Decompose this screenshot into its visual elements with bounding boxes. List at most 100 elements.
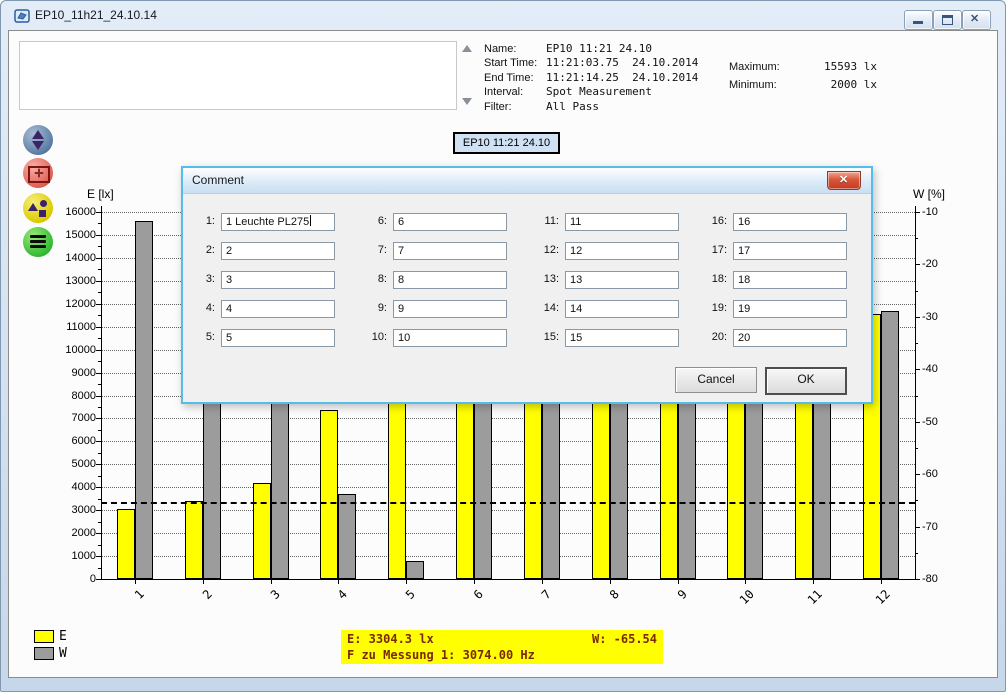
left-axis-tick-label: 2000 [54, 527, 96, 539]
left-axis-tick-label: 16000 [54, 206, 96, 218]
left-axis-tick-label: 7000 [54, 412, 96, 424]
left-axis-tick-label: 5000 [54, 458, 96, 470]
bar-E-1 [117, 509, 135, 579]
comment-input-20[interactable]: 20 [733, 329, 847, 347]
comment-input-8[interactable]: 8 [393, 271, 507, 289]
left-axis-tick-label: 1000 [54, 550, 96, 562]
field-label-2: 2: [187, 244, 215, 256]
comment-input-value: 15 [570, 332, 582, 344]
comment-input-15[interactable]: 15 [565, 329, 679, 347]
legend-label-E: E [59, 629, 67, 644]
comment-input-value: 1 Leuchte PL275 [226, 216, 309, 228]
bar-W-12 [881, 311, 899, 579]
x-axis-tick-label: 8 [592, 587, 622, 617]
comment-input-19[interactable]: 19 [733, 300, 847, 318]
field-label-12: 12: [531, 244, 559, 256]
x-axis-tick-label: 1 [117, 587, 147, 617]
app-window: EP10_11h21_24.10.14 Name:EP10 11:21 24.1… [0, 0, 1006, 692]
x-axis-tick-label: 3 [253, 587, 283, 617]
field-label-4: 4: [187, 302, 215, 314]
status-readout: E: 3304.3 lx W: -65.54 F zu Messung 1: 3… [341, 630, 663, 664]
comment-input-4[interactable]: 4 [221, 300, 335, 318]
comment-input-12[interactable]: 12 [565, 242, 679, 260]
left-axis-tick-label: 4000 [54, 481, 96, 493]
bar-E-2 [185, 501, 203, 579]
field-label-17: 17: [699, 244, 727, 256]
x-axis-tick [135, 579, 136, 584]
left-axis-title: E [lx] [87, 187, 114, 201]
x-axis-tick-label: 12 [863, 587, 893, 617]
field-label-16: 16: [699, 215, 727, 227]
right-axis-tick-label: -50 [922, 416, 952, 428]
comment-input-18[interactable]: 18 [733, 271, 847, 289]
x-axis-tick-label: 11 [795, 587, 825, 617]
field-label-20: 20: [699, 331, 727, 343]
comment-input-6[interactable]: 6 [393, 213, 507, 231]
x-axis-tick-label: 2 [185, 587, 215, 617]
field-label-7: 7: [359, 244, 387, 256]
comment-input-2[interactable]: 2 [221, 242, 335, 260]
right-axis-tick-label: -10 [922, 206, 952, 218]
x-axis-tick-label: 10 [728, 587, 758, 617]
x-axis-tick [406, 579, 407, 584]
left-axis-tick-label: 8000 [54, 390, 96, 402]
text-caret [310, 215, 311, 226]
comment-input-17[interactable]: 17 [733, 242, 847, 260]
gridline [101, 510, 915, 511]
legend-label-W: W [59, 646, 67, 661]
comment-input-value: 18 [738, 274, 750, 286]
x-axis-tick-label: 6 [456, 587, 486, 617]
comment-input-9[interactable]: 9 [393, 300, 507, 318]
field-label-14: 14: [531, 302, 559, 314]
comment-input-14[interactable]: 14 [565, 300, 679, 318]
left-axis-tick-label: 10000 [54, 344, 96, 356]
comment-input-7[interactable]: 7 [393, 242, 507, 260]
comment-input-5[interactable]: 5 [221, 329, 335, 347]
comment-input-16[interactable]: 16 [733, 213, 847, 231]
right-axis-tick-label: -80 [922, 573, 952, 585]
comment-input-value: 11 [570, 216, 581, 228]
reference-dashed-line [101, 502, 915, 504]
dialog-titlebar[interactable]: Comment [183, 168, 871, 194]
chart-title: EP10 11:21 24.10 [453, 132, 560, 154]
field-label-9: 9: [359, 302, 387, 314]
bar-E-3 [253, 483, 271, 579]
comment-input-13[interactable]: 13 [565, 271, 679, 289]
x-axis-tick [474, 579, 475, 584]
left-axis-tick-label: 14000 [54, 252, 96, 264]
gridline [101, 556, 915, 557]
x-axis-tick [338, 579, 339, 584]
bar-E-4 [320, 410, 338, 579]
field-label-15: 15: [531, 331, 559, 343]
comment-input-11[interactable]: 11 [565, 213, 679, 231]
gridline [101, 533, 915, 534]
left-axis-tick-label: 15000 [54, 229, 96, 241]
left-axis-tick-label: 13000 [54, 275, 96, 287]
x-axis-tick-label: 9 [660, 587, 690, 617]
comment-input-10[interactable]: 10 [393, 329, 507, 347]
x-axis-tick [610, 579, 611, 584]
right-axis-tick-label: -30 [922, 311, 952, 323]
field-label-3: 3: [187, 273, 215, 285]
comment-input-value: 6 [398, 216, 404, 228]
y-axis-line [101, 206, 102, 579]
field-label-10: 10: [359, 331, 387, 343]
x-axis-tick [271, 579, 272, 584]
dialog-close-button[interactable] [827, 171, 861, 190]
field-label-5: 5: [187, 331, 215, 343]
comment-input-value: 10 [398, 332, 410, 344]
comment-input-value: 4 [226, 303, 232, 315]
comment-input-3[interactable]: 3 [221, 271, 335, 289]
ok-button[interactable]: OK [765, 367, 847, 395]
cancel-button[interactable]: Cancel [675, 367, 757, 393]
x-axis-tick-label: 5 [388, 587, 418, 617]
left-axis-tick-label: 11000 [54, 321, 96, 333]
right-axis-title: W [%] [913, 187, 945, 201]
x-axis-tick [813, 579, 814, 584]
gridline [101, 441, 915, 442]
comment-input-value: 16 [738, 216, 750, 228]
field-label-19: 19: [699, 302, 727, 314]
status-e-value: E: 3304.3 lx [347, 632, 434, 646]
comment-input-1[interactable]: 1 Leuchte PL275 [221, 213, 335, 231]
right-axis-line [915, 206, 916, 579]
